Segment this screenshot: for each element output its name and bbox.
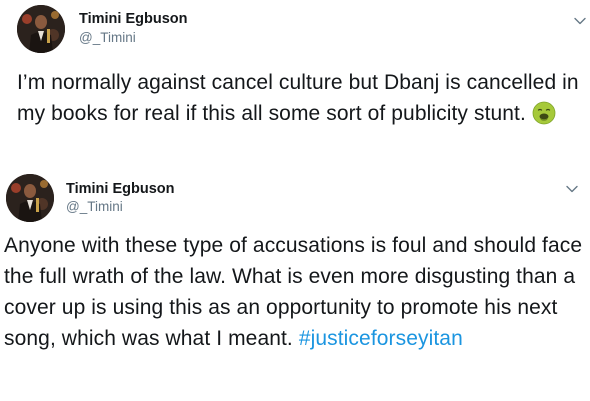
chevron-down-icon[interactable] bbox=[574, 17, 586, 25]
tweet-card: Timini Egbuson @_Timini I’m normally aga… bbox=[0, 0, 590, 172]
author-name[interactable]: Timini Egbuson bbox=[66, 181, 174, 197]
avatar-image bbox=[6, 174, 54, 222]
avatar-image bbox=[17, 5, 65, 53]
hashtag-link[interactable]: #justiceforseyitan bbox=[299, 327, 463, 350]
tweet-text-content: I’m normally against cancel culture but … bbox=[17, 71, 579, 125]
tweet-screenshot: Timini Egbuson @_Timini I’m normally aga… bbox=[0, 0, 590, 401]
tweet-text: I’m normally against cancel culture but … bbox=[17, 67, 585, 129]
tweet-card: Timini Egbuson @_Timini Anyone with thes… bbox=[0, 172, 590, 401]
tweet-text-content: Anyone with these type of accusations is… bbox=[4, 234, 583, 350]
chevron-down-icon[interactable] bbox=[566, 185, 578, 193]
nauseated-face-emoji-icon bbox=[532, 101, 556, 125]
author-handle[interactable]: @_Timini bbox=[79, 30, 136, 45]
tweet-text: Anyone with these type of accusations is… bbox=[4, 230, 584, 354]
author-name[interactable]: Timini Egbuson bbox=[79, 11, 187, 27]
avatar[interactable] bbox=[6, 174, 54, 222]
avatar[interactable] bbox=[17, 5, 65, 53]
author-handle[interactable]: @_Timini bbox=[66, 199, 123, 214]
